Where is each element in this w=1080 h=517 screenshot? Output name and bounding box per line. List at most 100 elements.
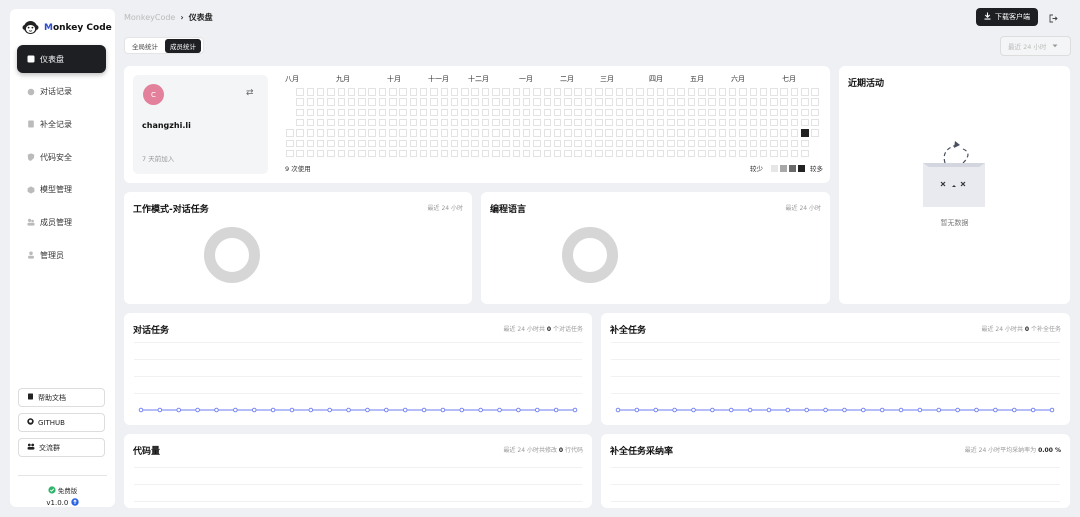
heatmap-cell[interactable] (615, 129, 624, 137)
heatmap-cell[interactable] (471, 88, 479, 96)
heatmap-cell[interactable] (399, 139, 407, 147)
heatmap-cell[interactable] (481, 98, 490, 106)
heatmap-cell[interactable] (718, 88, 727, 96)
heatmap-cell[interactable] (471, 129, 479, 137)
heatmap-cell[interactable] (337, 118, 345, 127)
heatmap-cell[interactable] (399, 149, 407, 158)
heatmap-cell[interactable] (728, 88, 737, 96)
heatmap-cell[interactable] (595, 98, 603, 106)
heatmap-cell[interactable] (605, 98, 613, 106)
heatmap-cell[interactable] (378, 108, 387, 117)
heatmap-cell[interactable] (728, 118, 737, 127)
heatmap-cell[interactable] (492, 118, 500, 127)
heatmap-cell[interactable] (461, 139, 469, 147)
heatmap-cell[interactable] (378, 88, 387, 96)
heatmap-cell[interactable] (543, 129, 551, 137)
heatmap-cell[interactable] (368, 139, 376, 147)
heatmap-cell[interactable] (327, 118, 335, 127)
heatmap-cell[interactable] (667, 118, 675, 127)
heatmap-cell[interactable] (450, 129, 459, 137)
heatmap-cell[interactable] (502, 149, 510, 158)
heatmap-cell[interactable] (739, 149, 747, 158)
heatmap-cell[interactable] (502, 88, 510, 96)
heatmap-cell[interactable] (574, 129, 582, 137)
heatmap-cell[interactable] (430, 118, 438, 127)
sidebar-item-1[interactable]: 对话记录 (17, 78, 106, 106)
heatmap-cell[interactable] (687, 139, 696, 147)
heatmap-cell[interactable] (811, 88, 819, 96)
heatmap-cell[interactable] (368, 108, 376, 117)
heatmap-cell[interactable] (306, 118, 315, 127)
heatmap-cell[interactable] (327, 129, 335, 137)
heatmap-cell[interactable] (512, 129, 521, 137)
switch-member-icon[interactable]: ⇄ (246, 88, 254, 98)
heatmap-cell[interactable] (770, 149, 778, 158)
heatmap-cell[interactable] (584, 108, 593, 117)
heatmap-cell[interactable] (646, 139, 654, 147)
heatmap-cell[interactable] (347, 108, 356, 117)
heatmap-cell[interactable] (481, 118, 490, 127)
heatmap-cell[interactable] (306, 139, 315, 147)
heatmap-cell[interactable] (543, 118, 551, 127)
heatmap-cell[interactable] (708, 88, 716, 96)
heatmap-cell[interactable] (770, 108, 778, 117)
heatmap-cell[interactable] (368, 98, 376, 106)
heatmap-cell[interactable] (656, 149, 665, 158)
heatmap-cell[interactable] (759, 139, 768, 147)
heatmap-cell[interactable] (595, 139, 603, 147)
heatmap-cell[interactable] (677, 129, 685, 137)
heatmap-cell[interactable] (327, 139, 335, 147)
heatmap-cell[interactable] (615, 98, 624, 106)
sidebar-item-0[interactable]: 仪表盘 (17, 45, 106, 73)
heatmap-cell[interactable] (306, 88, 315, 96)
heatmap-cell[interactable] (306, 108, 315, 117)
heatmap-cell[interactable] (790, 118, 799, 127)
heatmap-cell[interactable] (708, 108, 716, 117)
heatmap-cell[interactable] (543, 139, 551, 147)
heatmap-cell[interactable] (698, 118, 706, 127)
heatmap-cell[interactable] (574, 118, 582, 127)
heatmap-cell[interactable] (471, 118, 479, 127)
heatmap-cell[interactable] (749, 98, 757, 106)
heatmap-cell[interactable] (399, 108, 407, 117)
heatmap-cell[interactable] (759, 88, 768, 96)
heatmap-cell[interactable] (389, 149, 397, 158)
heatmap-cell[interactable] (605, 108, 613, 117)
heatmap-cell[interactable] (749, 88, 757, 96)
heatmap-cell[interactable] (522, 98, 531, 106)
heatmap-cell[interactable] (698, 88, 706, 96)
heatmap-cell[interactable] (790, 139, 799, 147)
heatmap-cell[interactable] (553, 149, 562, 158)
heatmap-cell[interactable] (492, 88, 500, 96)
heatmap-cell[interactable] (574, 88, 582, 96)
heatmap-cell[interactable] (553, 139, 562, 147)
heatmap-cell[interactable] (409, 139, 418, 147)
heatmap-cell[interactable] (636, 149, 644, 158)
heatmap-cell[interactable] (358, 118, 366, 127)
heatmap-cell[interactable] (440, 129, 448, 137)
heatmap-cell[interactable] (801, 88, 809, 96)
heatmap-cell[interactable] (708, 139, 716, 147)
heatmap-cell[interactable] (728, 139, 737, 147)
heatmap-cell[interactable] (625, 108, 634, 117)
heatmap-cell[interactable] (450, 98, 459, 106)
heatmap-cell[interactable] (316, 118, 325, 127)
heatmap-cell[interactable] (584, 88, 593, 96)
heatmap-cell[interactable] (728, 149, 737, 158)
heatmap-cell[interactable] (625, 118, 634, 127)
heatmap-cell[interactable] (409, 149, 418, 158)
heatmap-cell[interactable] (378, 98, 387, 106)
heatmap-cell[interactable] (739, 129, 747, 137)
sidebar-item-2[interactable]: 补全记录 (17, 110, 106, 138)
heatmap-cell[interactable] (358, 149, 366, 158)
upgrade-arrow-icon[interactable] (70, 498, 79, 508)
heatmap-cell[interactable] (461, 118, 469, 127)
heatmap-cell[interactable] (389, 139, 397, 147)
heatmap-cell[interactable] (646, 129, 654, 137)
heatmap-cell[interactable] (399, 118, 407, 127)
heatmap-cell[interactable] (306, 98, 315, 106)
heatmap-cell[interactable] (790, 108, 799, 117)
heatmap-cell[interactable] (801, 139, 809, 147)
heatmap-cell[interactable] (574, 149, 582, 158)
heatmap-cell[interactable] (512, 139, 521, 147)
